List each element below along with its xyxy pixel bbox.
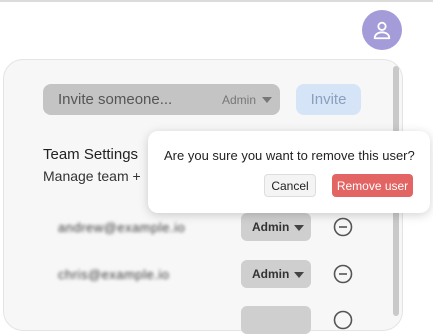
invite-input-placeholder: Invite someone... bbox=[58, 91, 173, 108]
member-role-select[interactable]: Admin bbox=[241, 260, 311, 288]
member-email: andrew@example.io bbox=[58, 220, 186, 235]
invite-input[interactable]: Invite someone... Admin bbox=[43, 84, 280, 115]
team-settings-subtitle: Manage team + bbox=[43, 168, 141, 184]
member-role-label: Admin bbox=[252, 220, 290, 234]
confirm-question: Are you sure you want to remove this use… bbox=[164, 148, 415, 163]
invite-button[interactable]: Invite bbox=[296, 84, 361, 115]
user-avatar-button[interactable] bbox=[362, 10, 402, 50]
minus-circle-icon[interactable] bbox=[333, 310, 353, 330]
invite-role-value[interactable]: Admin bbox=[222, 93, 256, 107]
member-email: chris@example.io bbox=[58, 267, 170, 282]
member-row bbox=[0, 306, 433, 336]
chevron-down-icon bbox=[294, 225, 304, 231]
chevron-down-icon bbox=[294, 272, 304, 278]
member-row: andrew@example.io Admin bbox=[0, 213, 433, 243]
remove-user-confirm-popover: Are you sure you want to remove this use… bbox=[148, 131, 430, 213]
chevron-down-icon[interactable] bbox=[262, 97, 272, 103]
cancel-button[interactable]: Cancel bbox=[264, 174, 316, 197]
member-role-select[interactable] bbox=[241, 306, 311, 334]
minus-circle-icon[interactable] bbox=[333, 264, 353, 284]
top-divider bbox=[0, 0, 433, 2]
team-settings-title: Team Settings bbox=[43, 146, 139, 163]
member-role-select[interactable]: Admin bbox=[241, 213, 311, 241]
member-row: chris@example.io Admin bbox=[0, 260, 433, 290]
member-role-label: Admin bbox=[252, 267, 290, 281]
minus-circle-icon[interactable] bbox=[333, 217, 353, 237]
remove-user-button[interactable]: Remove user bbox=[332, 174, 413, 197]
user-icon bbox=[373, 21, 391, 40]
